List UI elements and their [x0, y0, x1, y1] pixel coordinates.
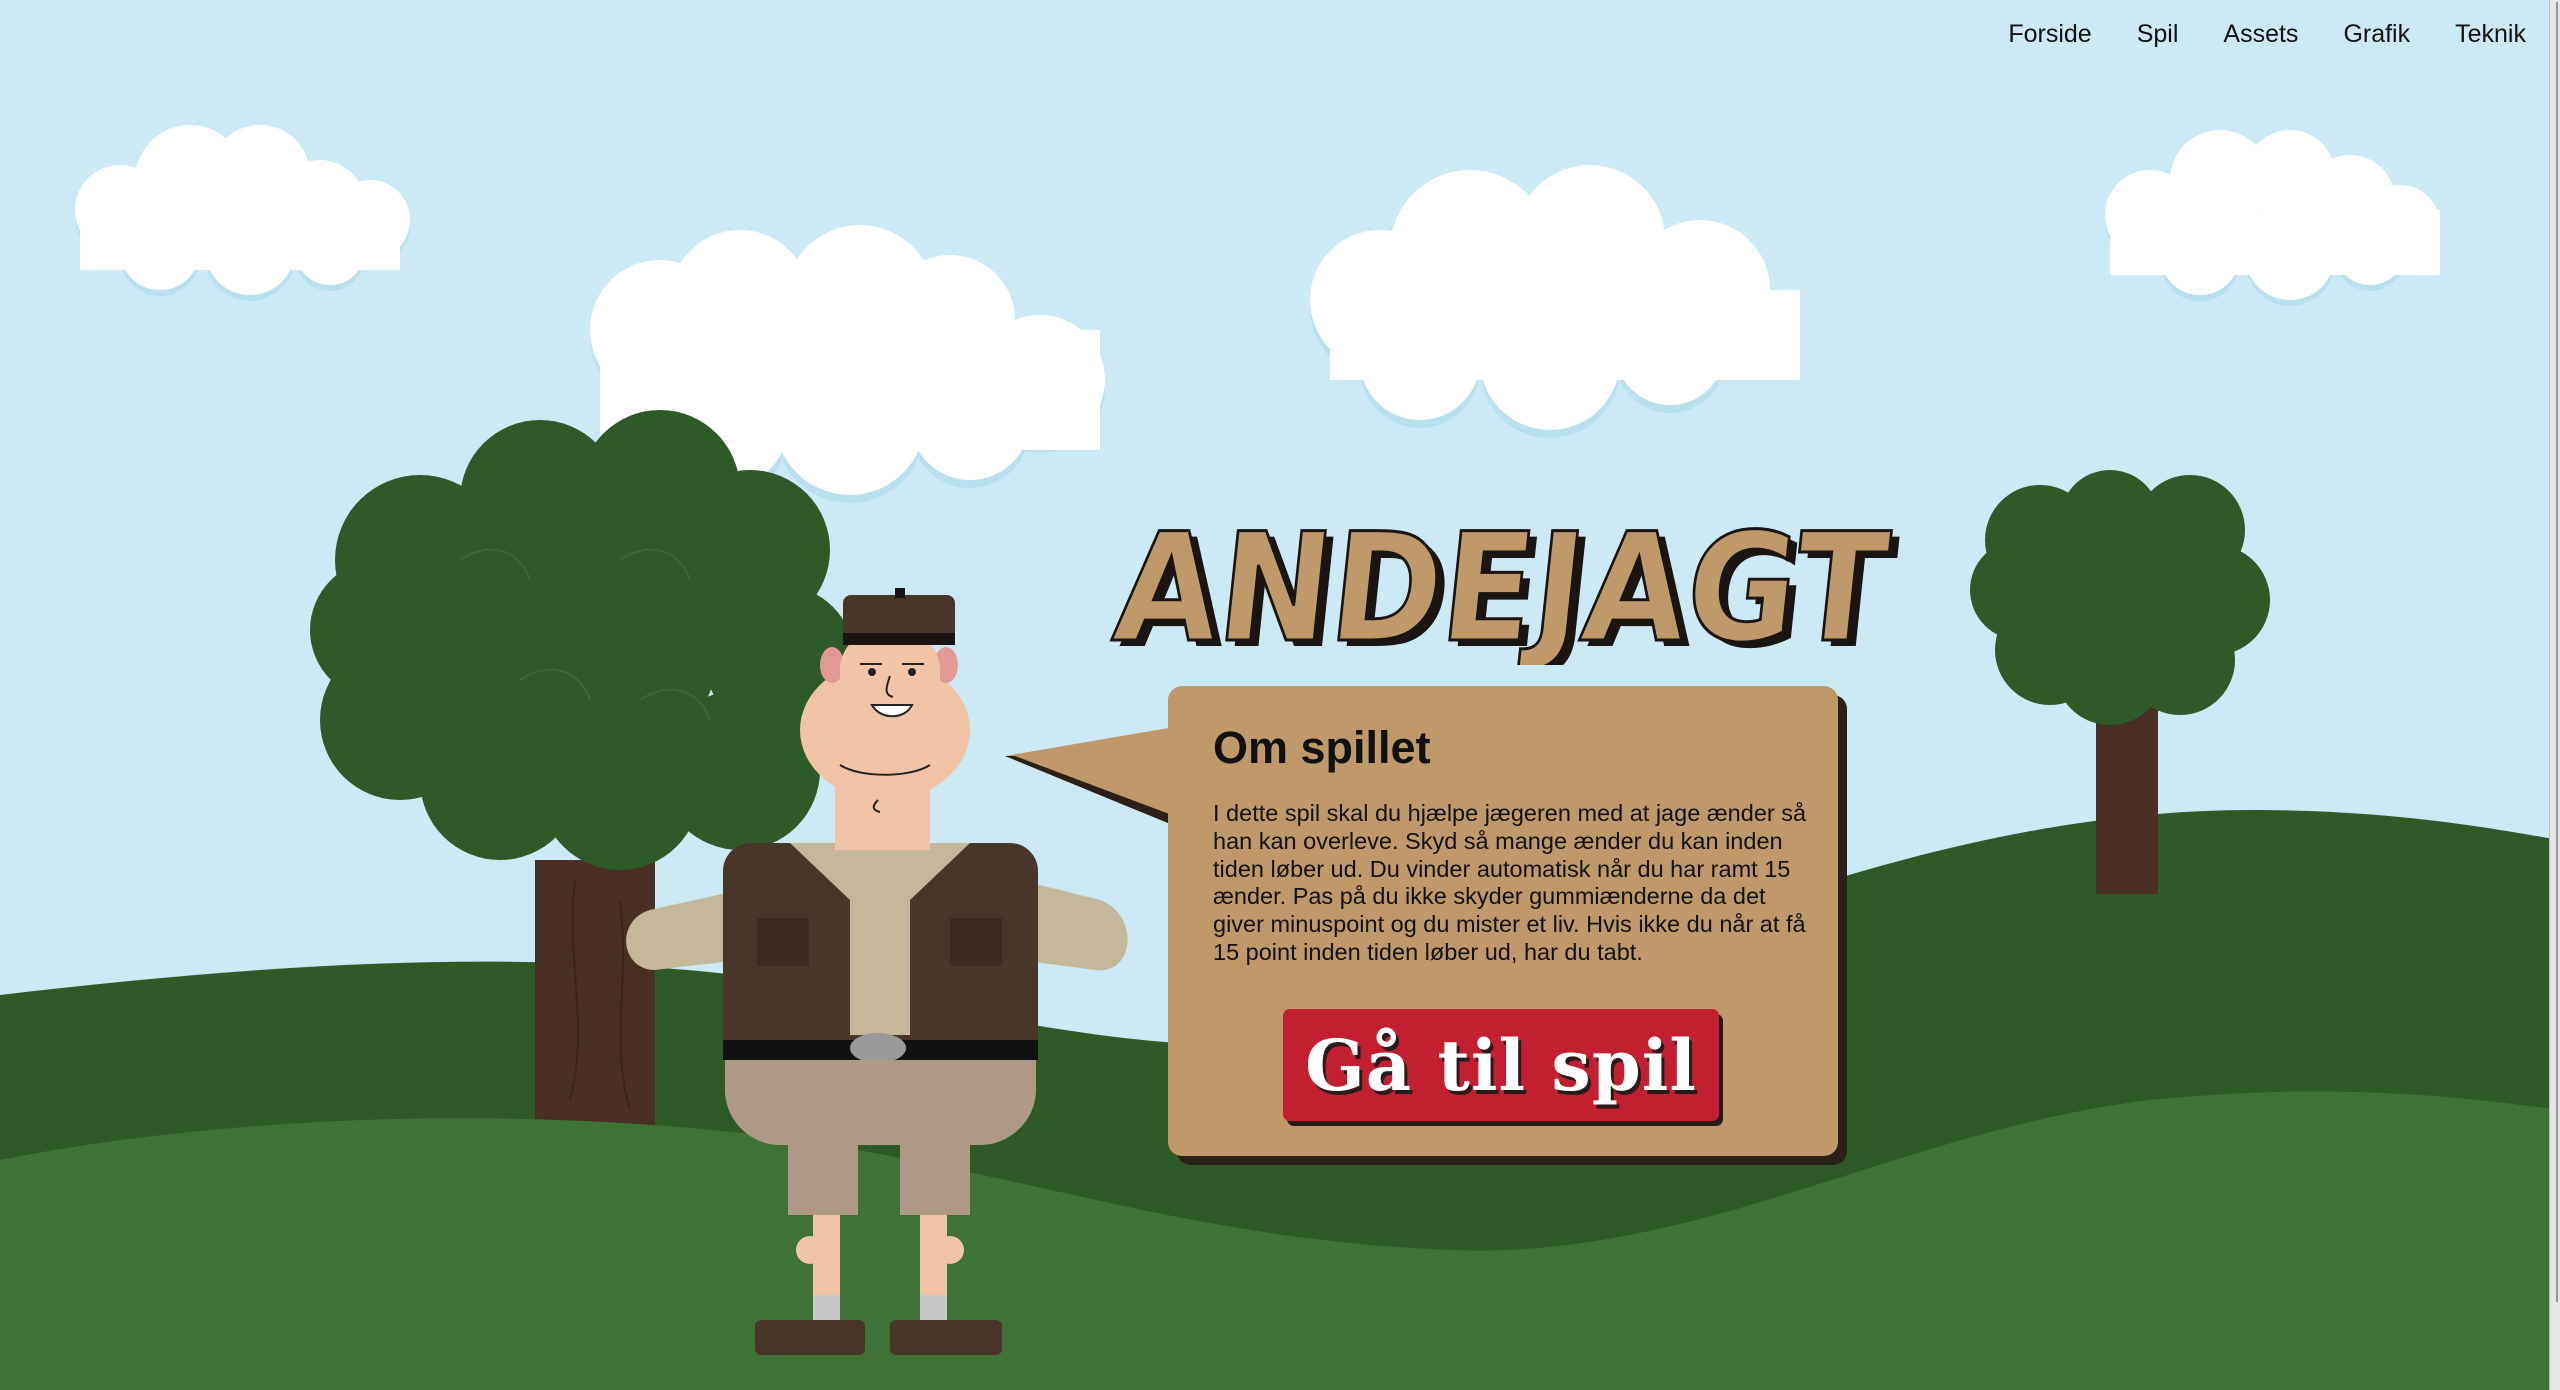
nav-link-teknik[interactable]: Teknik — [2455, 18, 2526, 50]
about-heading: Om spillet — [1213, 722, 1431, 773]
scrollbar-thumb[interactable] — [2552, 2, 2558, 1302]
nav-link-grafik[interactable]: Grafik — [2343, 18, 2410, 50]
about-game-panel: Om spillet I dette spil skal du hjælpe j… — [1168, 686, 1838, 1156]
andejagt-title-logo: ANDEJAGT ANDEJAGT — [1106, 505, 1904, 665]
speech-bubble-tail — [1005, 726, 1180, 828]
nav-link-spil[interactable]: Spil — [2137, 18, 2179, 50]
about-description: I dette spil skal du hjælpe jægeren med … — [1213, 800, 1807, 965]
nav-link-assets[interactable]: Assets — [2223, 18, 2298, 50]
vertical-scrollbar[interactable] — [2549, 0, 2560, 1390]
top-navigation: Forside Spil Assets Grafik Teknik — [2008, 18, 2526, 50]
title-text: ANDEJAGT — [1107, 505, 1895, 665]
nav-link-forside[interactable]: Forside — [2008, 18, 2091, 50]
play-game-button-label: Gå til spil — [1305, 1023, 1697, 1107]
play-game-button[interactable]: Gå til spil — [1283, 1009, 1719, 1121]
